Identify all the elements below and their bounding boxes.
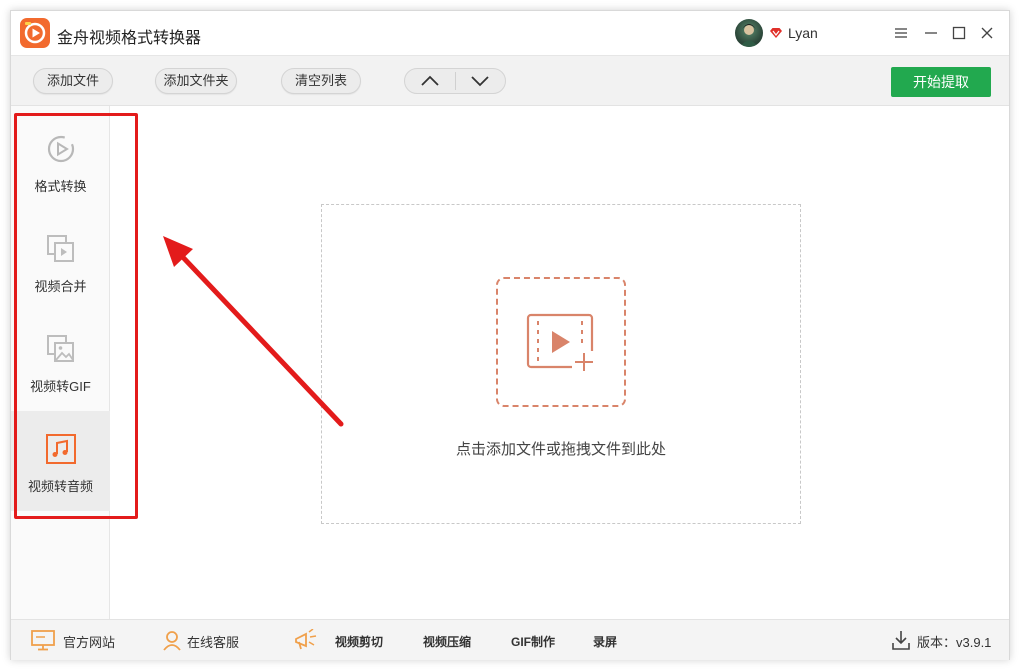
annotation-box (14, 113, 138, 519)
menu-icon[interactable] (891, 23, 911, 43)
title-bar: 金舟视频格式转换器 Lyan (11, 11, 1009, 55)
official-site-link[interactable]: 官方网站 (63, 632, 115, 651)
clear-list-button[interactable]: 清空列表 (281, 68, 361, 94)
monitor-icon (31, 629, 55, 651)
customer-service-icon (161, 629, 183, 651)
footer: 官方网站 在线客服 视频剪切 视频压缩 GIF制作 录屏 版本：v3.9.1 (11, 619, 1009, 660)
online-service-link[interactable]: 在线客服 (187, 632, 239, 651)
screen-record-link[interactable]: 录屏 (593, 633, 617, 650)
minimize-icon[interactable] (921, 23, 941, 43)
gif-make-link[interactable]: GIF制作 (511, 633, 555, 650)
user-avatar[interactable] (735, 19, 763, 47)
video-cut-link[interactable]: 视频剪切 (335, 633, 383, 650)
move-buttons-group (404, 68, 506, 94)
app-title: 金舟视频格式转换器 (57, 24, 201, 48)
divider (455, 72, 456, 90)
username[interactable]: Lyan (788, 25, 818, 41)
add-video-button[interactable] (496, 277, 626, 407)
start-extract-button[interactable]: 开始提取 (891, 67, 991, 97)
add-folder-button[interactable]: 添加文件夹 (155, 68, 237, 94)
promo-icon (293, 629, 319, 651)
download-icon (891, 629, 911, 651)
move-up-icon[interactable] (419, 73, 441, 89)
file-drop-zone[interactable]: 点击添加文件或拖拽文件到此处 (321, 204, 801, 524)
close-icon[interactable] (977, 23, 997, 43)
add-file-button[interactable]: 添加文件 (33, 68, 113, 94)
main-panel: 点击添加文件或拖拽文件到此处 (111, 106, 1009, 619)
drop-hint-text: 点击添加文件或拖拽文件到此处 (322, 438, 800, 459)
maximize-icon[interactable] (949, 23, 969, 43)
app-logo-icon (20, 18, 50, 48)
vip-icon (769, 26, 783, 40)
version-label[interactable]: 版本：v3.9.1 (917, 632, 991, 651)
video-compress-link[interactable]: 视频压缩 (423, 633, 471, 650)
app-window: 金舟视频格式转换器 Lyan 添 (10, 10, 1010, 660)
toolbar: 添加文件 添加文件夹 清空列表 开始提取 (11, 55, 1009, 106)
move-down-icon[interactable] (469, 73, 491, 89)
add-video-icon (526, 311, 598, 373)
